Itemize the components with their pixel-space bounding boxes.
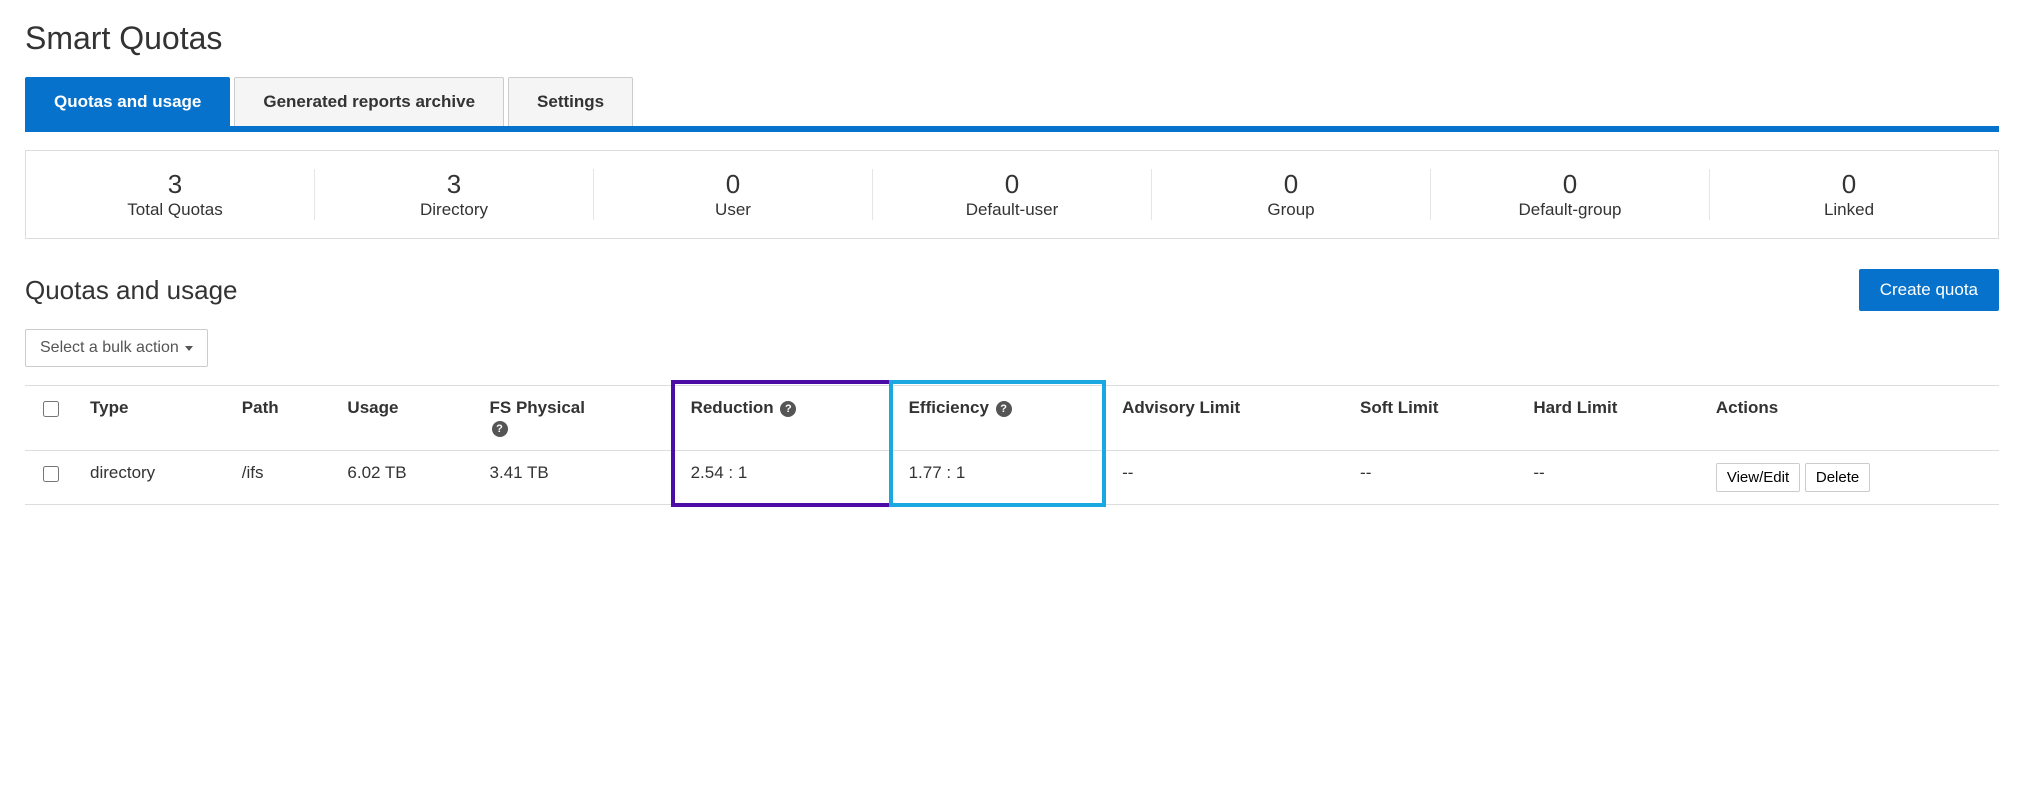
cell-reduction: 2.54 : 1 bbox=[677, 451, 895, 505]
col-usage: Usage bbox=[333, 386, 475, 451]
stat-default-user: 0 Default-user bbox=[872, 169, 1151, 220]
stat-user: 0 User bbox=[593, 169, 872, 220]
table-row: directory /ifs 6.02 TB 3.41 TB 2.54 : 1 … bbox=[25, 451, 1999, 505]
help-icon[interactable]: ? bbox=[780, 401, 796, 417]
stats-bar: 3 Total Quotas 3 Directory 0 User 0 Defa… bbox=[25, 150, 1999, 239]
view-edit-button[interactable]: View/Edit bbox=[1716, 463, 1800, 492]
col-efficiency: Efficiency ? bbox=[895, 386, 1108, 451]
cell-type: directory bbox=[76, 451, 228, 505]
col-efficiency-label: Efficiency bbox=[909, 398, 989, 417]
col-reduction: Reduction ? bbox=[677, 386, 895, 451]
stat-value: 3 bbox=[36, 169, 314, 200]
col-fs-physical-label: FS Physical bbox=[490, 398, 585, 417]
cell-advisory-limit: -- bbox=[1108, 451, 1346, 505]
select-all-checkbox[interactable] bbox=[43, 401, 59, 417]
cell-fs-physical: 3.41 TB bbox=[476, 451, 677, 505]
stat-linked: 0 Linked bbox=[1709, 169, 1988, 220]
tab-generated-reports[interactable]: Generated reports archive bbox=[234, 77, 504, 126]
stat-value: 0 bbox=[594, 169, 872, 200]
bulk-action-label: Select a bulk action bbox=[40, 339, 179, 357]
col-fs-physical: FS Physical ? bbox=[476, 386, 677, 451]
cell-hard-limit: -- bbox=[1519, 451, 1702, 505]
stat-label: Directory bbox=[315, 200, 593, 220]
stat-value: 0 bbox=[1152, 169, 1430, 200]
cell-usage: 6.02 TB bbox=[333, 451, 475, 505]
stat-value: 0 bbox=[873, 169, 1151, 200]
col-type: Type bbox=[76, 386, 228, 451]
stat-label: Linked bbox=[1710, 200, 1988, 220]
quota-table: Type Path Usage FS Physical ? Reduction … bbox=[25, 385, 1999, 505]
stat-label: Total Quotas bbox=[36, 200, 314, 220]
col-actions: Actions bbox=[1702, 386, 1999, 451]
stat-label: User bbox=[594, 200, 872, 220]
col-soft-limit: Soft Limit bbox=[1346, 386, 1519, 451]
stat-value: 3 bbox=[315, 169, 593, 200]
stat-value: 0 bbox=[1431, 169, 1709, 200]
col-reduction-label: Reduction bbox=[691, 398, 774, 417]
stat-total-quotas: 3 Total Quotas bbox=[36, 169, 314, 220]
bulk-action-select[interactable]: Select a bulk action bbox=[25, 329, 208, 367]
col-hard-limit: Hard Limit bbox=[1519, 386, 1702, 451]
chevron-down-icon bbox=[185, 346, 193, 351]
help-icon[interactable]: ? bbox=[996, 401, 1012, 417]
stat-value: 0 bbox=[1710, 169, 1988, 200]
stat-group: 0 Group bbox=[1151, 169, 1430, 220]
delete-button[interactable]: Delete bbox=[1805, 463, 1870, 492]
row-checkbox[interactable] bbox=[43, 466, 59, 482]
stat-label: Group bbox=[1152, 200, 1430, 220]
stat-default-group: 0 Default-group bbox=[1430, 169, 1709, 220]
col-path: Path bbox=[228, 386, 334, 451]
tab-settings[interactable]: Settings bbox=[508, 77, 633, 126]
create-quota-button[interactable]: Create quota bbox=[1859, 269, 1999, 311]
col-advisory-limit: Advisory Limit bbox=[1108, 386, 1346, 451]
stat-label: Default-user bbox=[873, 200, 1151, 220]
cell-efficiency: 1.77 : 1 bbox=[895, 451, 1108, 505]
cell-soft-limit: -- bbox=[1346, 451, 1519, 505]
tabs: Quotas and usage Generated reports archi… bbox=[25, 77, 1999, 132]
cell-path: /ifs bbox=[228, 451, 334, 505]
page-title: Smart Quotas bbox=[25, 20, 1999, 57]
stat-label: Default-group bbox=[1431, 200, 1709, 220]
table-header-row: Type Path Usage FS Physical ? Reduction … bbox=[25, 386, 1999, 451]
cell-actions: View/Edit Delete bbox=[1702, 451, 1999, 505]
stat-directory: 3 Directory bbox=[314, 169, 593, 220]
tab-quotas-usage[interactable]: Quotas and usage bbox=[25, 77, 230, 126]
section-title: Quotas and usage bbox=[25, 275, 238, 306]
help-icon[interactable]: ? bbox=[492, 421, 508, 437]
